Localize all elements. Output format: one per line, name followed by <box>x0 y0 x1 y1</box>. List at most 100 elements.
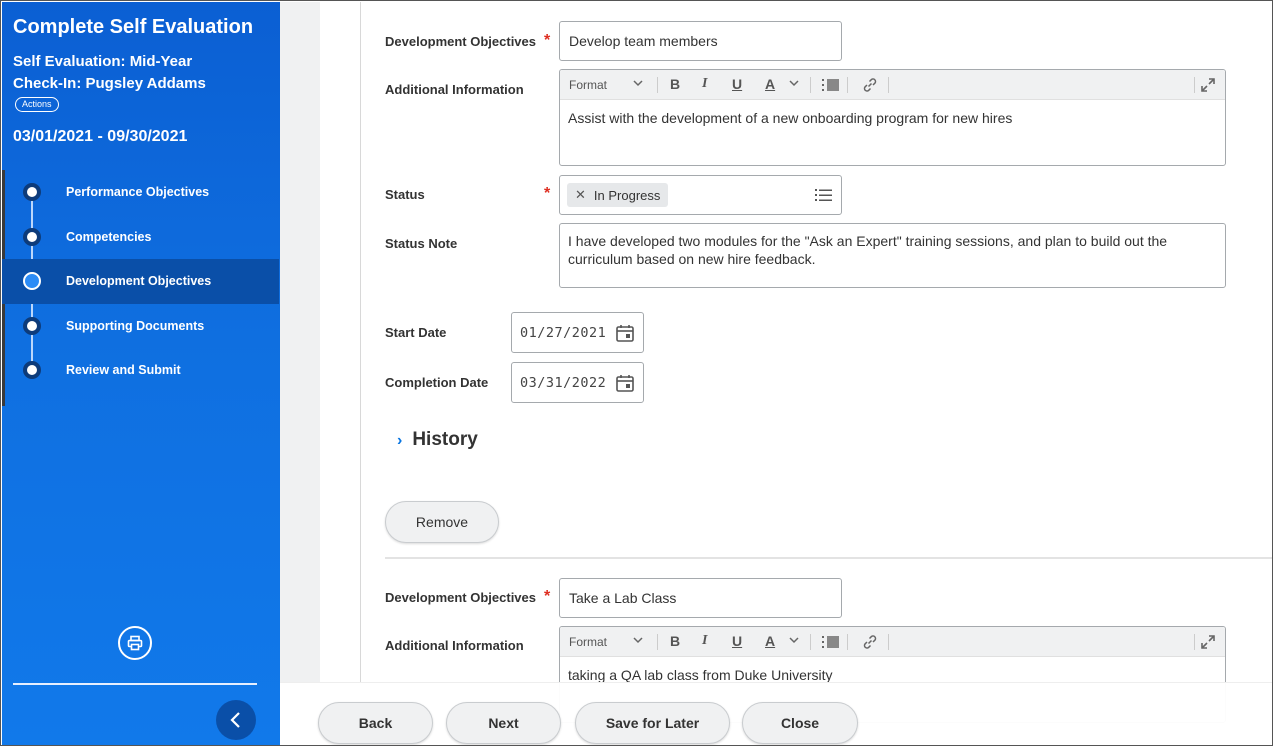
print-button[interactable] <box>118 626 152 660</box>
list-prompt-icon[interactable] <box>815 187 833 206</box>
step-label: Supporting Documents <box>66 318 205 333</box>
underline-icon[interactable]: U <box>732 76 742 92</box>
development-objectives-label: Development Objectives <box>385 34 536 49</box>
format-dropdown[interactable]: Format <box>569 78 607 92</box>
sidebar-subtitle: Self Evaluation: Mid-Year Check-In: Pugs… <box>13 51 206 95</box>
close-button[interactable]: Close <box>742 702 858 744</box>
expand-icon[interactable] <box>1201 635 1215 652</box>
sidebar-title: Complete Self Evaluation <box>13 16 254 38</box>
chevron-right-icon: › <box>397 432 403 449</box>
status-note-label: Status Note <box>385 236 458 251</box>
status-select[interactable]: ✕ In Progress <box>559 175 842 215</box>
footer-bar: Back Next Save for Later Close <box>280 682 1272 745</box>
step-development-objectives[interactable]: Development Objectives <box>2 259 279 304</box>
content-gutter <box>280 2 320 682</box>
editor-toolbar: Format B I U A <box>560 627 1225 657</box>
chevron-left-icon <box>230 712 240 728</box>
toolbar-separator <box>847 77 848 93</box>
format-dropdown[interactable]: Format <box>569 635 607 649</box>
step-performance-objectives[interactable]: Performance Objectives <box>2 170 279 215</box>
step-label: Competencies <box>66 229 152 244</box>
calendar-icon[interactable] <box>615 373 635 397</box>
sidebar-subtitle-line2: Check-In: Pugsley Addams <box>13 75 206 92</box>
font-color-chevron-icon[interactable] <box>788 634 800 649</box>
toolbar-separator <box>888 77 889 93</box>
step-navigation: Performance Objectives Competencies Deve… <box>2 170 279 393</box>
completion-date-value: 03/31/2022 <box>520 374 607 391</box>
toolbar-separator <box>657 77 658 93</box>
toolbar-separator <box>810 634 811 650</box>
next-button[interactable]: Next <box>446 702 561 744</box>
additional-information-editor[interactable]: Format B I U A Assist with the developme… <box>559 69 1226 166</box>
toolbar-separator <box>1194 77 1195 93</box>
underline-icon[interactable]: U <box>732 633 742 649</box>
section-divider <box>385 557 1272 559</box>
sidebar: Complete Self Evaluation Self Evaluation… <box>2 2 280 745</box>
bold-icon[interactable]: B <box>670 633 680 649</box>
history-toggle[interactable]: › History <box>397 429 478 451</box>
italic-icon[interactable]: I <box>702 76 707 92</box>
sidebar-subtitle-line1: Self Evaluation: Mid-Year <box>13 53 193 70</box>
step-circle-icon <box>23 183 41 202</box>
step-supporting-documents[interactable]: Supporting Documents <box>2 304 279 349</box>
font-color-chevron-icon[interactable] <box>788 77 800 92</box>
development-objective-input[interactable]: Take a Lab Class <box>559 578 842 618</box>
evaluation-date-range: 03/01/2021 - 09/30/2021 <box>13 128 188 145</box>
status-note-textarea[interactable]: I have developed two modules for the "As… <box>559 223 1226 288</box>
required-asterisk: * <box>544 588 551 605</box>
save-for-later-button[interactable]: Save for Later <box>575 702 730 744</box>
collapse-sidebar-button[interactable] <box>216 700 256 740</box>
toolbar-separator <box>810 77 811 93</box>
completion-date-label: Completion Date <box>385 375 489 390</box>
editor-toolbar: Format B I U A <box>560 70 1225 100</box>
bulleted-list-icon[interactable] <box>822 78 840 95</box>
step-competencies[interactable]: Competencies <box>2 215 279 260</box>
sidebar-divider <box>13 683 257 685</box>
start-date-value: 01/27/2021 <box>520 324 607 341</box>
step-label: Performance Objectives <box>66 185 210 200</box>
print-icon <box>127 635 143 651</box>
step-circle-icon <box>23 227 41 246</box>
step-circle-icon <box>23 361 41 380</box>
italic-icon[interactable]: I <box>702 633 707 649</box>
start-date-input[interactable]: 01/27/2021 <box>511 312 644 353</box>
step-review-and-submit[interactable]: Review and Submit <box>2 348 279 393</box>
expand-icon[interactable] <box>1201 78 1215 95</box>
completion-date-input[interactable]: 03/31/2022 <box>511 362 644 403</box>
toolbar-separator <box>847 634 848 650</box>
content-border <box>360 2 361 682</box>
toolbar-separator <box>888 634 889 650</box>
bold-icon[interactable]: B <box>670 76 680 92</box>
step-circle-icon <box>23 272 41 291</box>
development-objectives-label: Development Objectives <box>385 590 536 605</box>
remove-button[interactable]: Remove <box>385 501 499 543</box>
step-label: Review and Submit <box>66 363 181 378</box>
font-color-icon[interactable]: A <box>765 633 775 649</box>
toolbar-separator <box>657 634 658 650</box>
actions-button[interactable]: Actions <box>15 97 59 112</box>
additional-information-label: Additional Information <box>385 638 524 653</box>
link-icon[interactable] <box>862 77 878 96</box>
development-objective-input[interactable]: Develop team members <box>559 21 842 61</box>
editor-content[interactable]: Assist with the development of a new onb… <box>560 100 1225 136</box>
bulleted-list-icon[interactable] <box>822 635 840 652</box>
remove-chip-icon[interactable]: ✕ <box>575 187 586 203</box>
chevron-down-icon[interactable] <box>632 77 644 92</box>
app-frame: Complete Self Evaluation Self Evaluation… <box>0 0 1273 746</box>
chevron-down-icon[interactable] <box>632 634 644 649</box>
required-asterisk: * <box>544 32 551 49</box>
link-icon[interactable] <box>862 634 878 653</box>
additional-information-label: Additional Information <box>385 82 524 97</box>
status-chip-label: In Progress <box>593 187 661 203</box>
calendar-icon[interactable] <box>615 323 635 347</box>
history-label: History <box>412 429 478 450</box>
start-date-label: Start Date <box>385 325 447 340</box>
back-button[interactable]: Back <box>318 702 433 744</box>
required-asterisk: * <box>544 185 551 202</box>
status-label: Status <box>385 187 425 202</box>
font-color-icon[interactable]: A <box>765 76 775 92</box>
status-chip: ✕ In Progress <box>567 183 669 207</box>
step-label: Development Objectives <box>66 274 212 289</box>
toolbar-separator <box>1194 634 1195 650</box>
step-circle-icon <box>23 316 41 335</box>
